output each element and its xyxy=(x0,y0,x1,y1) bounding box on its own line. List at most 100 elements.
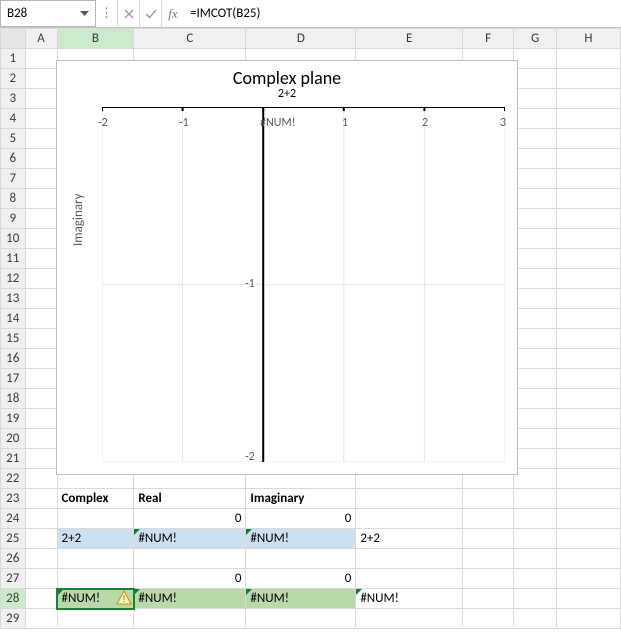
cell[interactable]: 2+2 xyxy=(356,529,463,549)
cell[interactable] xyxy=(463,529,514,549)
cell[interactable] xyxy=(556,249,620,269)
cell[interactable] xyxy=(25,389,57,409)
row-header[interactable]: 19 xyxy=(1,409,26,429)
cell[interactable] xyxy=(514,69,557,89)
chart[interactable]: Complex plane 2+2 Imaginary xyxy=(56,60,518,475)
cell[interactable]: 0 xyxy=(134,509,246,529)
cell[interactable] xyxy=(556,129,620,149)
cell[interactable] xyxy=(514,189,557,209)
cell[interactable] xyxy=(556,89,620,109)
cell[interactable] xyxy=(514,49,557,69)
cell[interactable] xyxy=(356,569,463,589)
cell[interactable] xyxy=(463,509,514,529)
cell[interactable] xyxy=(556,349,620,369)
cell[interactable] xyxy=(25,489,57,509)
cell[interactable] xyxy=(25,449,57,469)
accept-icon[interactable] xyxy=(140,0,162,27)
cell[interactable] xyxy=(514,169,557,189)
row-header[interactable]: 23 xyxy=(1,489,26,509)
cell[interactable] xyxy=(556,289,620,309)
cell[interactable] xyxy=(514,229,557,249)
cell[interactable] xyxy=(25,49,57,69)
row-header[interactable]: 20 xyxy=(1,429,26,449)
cell[interactable] xyxy=(25,369,57,389)
row-header[interactable]: 10 xyxy=(1,229,26,249)
row-header[interactable]: 9 xyxy=(1,209,26,229)
cell[interactable]: #NUM!! xyxy=(134,589,246,609)
cell[interactable] xyxy=(514,609,557,629)
cell[interactable]: #NUM! xyxy=(246,529,356,549)
cell[interactable] xyxy=(57,609,134,629)
cell[interactable] xyxy=(356,489,463,509)
cell[interactable] xyxy=(514,129,557,149)
cell[interactable] xyxy=(25,169,57,189)
cell[interactable] xyxy=(134,549,246,569)
cell[interactable] xyxy=(463,489,514,509)
cell[interactable] xyxy=(25,509,57,529)
cell[interactable] xyxy=(514,489,557,509)
cell[interactable] xyxy=(57,549,134,569)
cell[interactable] xyxy=(246,609,356,629)
row-header[interactable]: 22 xyxy=(1,469,26,489)
cell[interactable] xyxy=(463,589,514,609)
cell[interactable] xyxy=(556,149,620,169)
cell[interactable] xyxy=(514,589,557,609)
fx-icon[interactable]: fx xyxy=(162,0,184,27)
cell[interactable]: 2+2 xyxy=(57,529,134,549)
cell[interactable] xyxy=(514,289,557,309)
cell[interactable] xyxy=(25,349,57,369)
column-header[interactable]: E xyxy=(356,29,463,49)
cell[interactable] xyxy=(556,389,620,409)
cell[interactable] xyxy=(134,609,246,629)
cell[interactable] xyxy=(514,369,557,389)
cell[interactable] xyxy=(25,109,57,129)
cell[interactable] xyxy=(514,389,557,409)
cell[interactable] xyxy=(556,269,620,289)
cell[interactable]: #NUM! xyxy=(246,589,356,609)
name-box[interactable]: B28 xyxy=(0,0,96,27)
row-header[interactable]: 3 xyxy=(1,89,26,109)
cell[interactable]: #NUM! xyxy=(134,529,246,549)
cell[interactable] xyxy=(514,109,557,129)
row-header[interactable]: 4 xyxy=(1,109,26,129)
cell[interactable] xyxy=(556,209,620,229)
row-header[interactable]: 15 xyxy=(1,329,26,349)
cell[interactable]: Imaginary xyxy=(246,489,356,509)
cell[interactable] xyxy=(356,549,463,569)
cell[interactable] xyxy=(25,89,57,109)
row-header[interactable]: 11 xyxy=(1,249,26,269)
cell[interactable] xyxy=(556,369,620,389)
cell[interactable] xyxy=(556,309,620,329)
cell[interactable] xyxy=(514,309,557,329)
cell[interactable] xyxy=(25,529,57,549)
cell[interactable] xyxy=(514,509,557,529)
cell[interactable] xyxy=(25,289,57,309)
cell[interactable] xyxy=(25,549,57,569)
cell[interactable] xyxy=(25,609,57,629)
column-header[interactable]: D xyxy=(246,29,356,49)
cell[interactable] xyxy=(556,469,620,489)
cell[interactable] xyxy=(57,509,134,529)
cell[interactable] xyxy=(463,609,514,629)
cell[interactable] xyxy=(514,569,557,589)
column-header[interactable]: F xyxy=(463,29,514,49)
cell[interactable] xyxy=(25,329,57,349)
cell[interactable] xyxy=(556,489,620,509)
row-header[interactable]: 26 xyxy=(1,549,26,569)
cell[interactable] xyxy=(556,589,620,609)
row-header[interactable]: 27 xyxy=(1,569,26,589)
row-header[interactable]: 24 xyxy=(1,509,26,529)
select-all-corner[interactable] xyxy=(1,29,26,49)
cell[interactable] xyxy=(556,109,620,129)
cell[interactable] xyxy=(25,69,57,89)
column-header[interactable]: G xyxy=(514,29,557,49)
cell[interactable] xyxy=(57,569,134,589)
cell[interactable] xyxy=(514,89,557,109)
row-header[interactable]: 25 xyxy=(1,529,26,549)
cell[interactable] xyxy=(514,149,557,169)
chevron-down-icon[interactable] xyxy=(80,6,89,21)
cell[interactable] xyxy=(556,189,620,209)
row-header[interactable]: 28 xyxy=(1,589,26,609)
cell[interactable] xyxy=(356,609,463,629)
column-header[interactable]: H xyxy=(556,29,620,49)
